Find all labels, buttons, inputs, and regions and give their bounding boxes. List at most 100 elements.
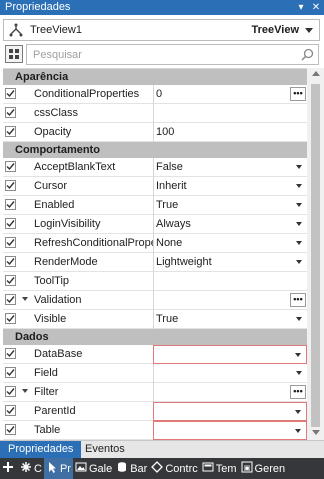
chevron-down-icon[interactable] bbox=[296, 203, 302, 207]
property-checkbox[interactable] bbox=[5, 107, 16, 118]
chevron-down-icon[interactable] bbox=[296, 241, 302, 245]
ellipsis-button[interactable]: ••• bbox=[290, 385, 306, 399]
property-value[interactable] bbox=[153, 402, 307, 421]
search-icon[interactable] bbox=[301, 48, 314, 61]
property-checkbox[interactable] bbox=[5, 386, 16, 397]
property-name: Enabled bbox=[34, 199, 75, 211]
ellipsis-button[interactable]: ••• bbox=[290, 87, 306, 101]
categorized-view-button[interactable] bbox=[5, 45, 23, 63]
property-checkbox[interactable] bbox=[5, 126, 16, 137]
property-checkbox[interactable] bbox=[5, 199, 16, 210]
toolbar-label: Geren bbox=[254, 462, 286, 475]
property-row[interactable]: ConditionalProperties 0 ••• bbox=[3, 85, 307, 104]
property-name: cssClass bbox=[34, 107, 79, 119]
property-value[interactable] bbox=[153, 104, 307, 123]
property-checkbox[interactable] bbox=[5, 424, 16, 435]
property-checkbox[interactable] bbox=[5, 367, 16, 378]
chevron-down-icon[interactable] bbox=[295, 410, 301, 414]
property-value[interactable]: Inherit bbox=[153, 177, 307, 196]
property-name: RenderMode bbox=[34, 256, 98, 268]
settings-icon bbox=[20, 461, 34, 476]
property-value[interactable]: True bbox=[153, 196, 307, 215]
property-checkbox[interactable] bbox=[5, 256, 16, 267]
property-row[interactable]: RenderMode Lightweight bbox=[3, 253, 307, 272]
property-value[interactable]: ••• bbox=[153, 383, 307, 402]
chevron-down-icon[interactable] bbox=[296, 184, 302, 188]
property-value[interactable]: Lightweight bbox=[153, 253, 307, 272]
property-row[interactable]: Enabled True bbox=[3, 196, 307, 215]
ellipsis-button[interactable]: ••• bbox=[290, 293, 306, 307]
property-value[interactable]: True bbox=[153, 310, 307, 329]
property-value[interactable]: False bbox=[153, 158, 307, 177]
vertical-scrollbar[interactable] bbox=[307, 68, 324, 440]
toolbar-item[interactable]: C bbox=[18, 458, 44, 479]
property-row[interactable]: Filter ••• bbox=[3, 383, 307, 402]
property-value[interactable] bbox=[153, 421, 307, 440]
scroll-thumb[interactable] bbox=[311, 84, 320, 427]
property-value[interactable] bbox=[153, 272, 307, 291]
property-checkbox[interactable] bbox=[5, 294, 16, 305]
component-selector[interactable]: TreeView1 TreeView bbox=[3, 19, 320, 41]
toolbar-item[interactable]: Tem bbox=[200, 458, 239, 479]
bottom-toolbar: C Pr Gale Bar Contrc Tem ▣ Geren bbox=[0, 458, 324, 479]
property-row[interactable]: ParentId bbox=[3, 402, 307, 421]
close-icon[interactable]: ✕ bbox=[310, 0, 322, 15]
search-input[interactable]: Pesquisar bbox=[26, 44, 319, 65]
property-checkbox[interactable] bbox=[5, 161, 16, 172]
property-checkbox[interactable] bbox=[5, 237, 16, 248]
grid-icon bbox=[9, 49, 19, 59]
property-row[interactable]: Field bbox=[3, 364, 307, 383]
category-header[interactable]: Aparência bbox=[3, 69, 307, 85]
property-row[interactable]: Visible True bbox=[3, 310, 307, 329]
toolbar-item[interactable]: ▣ Geren bbox=[239, 458, 288, 479]
property-row[interactable]: DataBase bbox=[3, 345, 307, 364]
chevron-down-icon[interactable] bbox=[296, 260, 302, 264]
property-checkbox[interactable] bbox=[5, 180, 16, 191]
scroll-up-icon[interactable] bbox=[312, 71, 320, 76]
property-value-text: True bbox=[156, 199, 179, 211]
chevron-down-icon[interactable] bbox=[296, 317, 302, 321]
property-row[interactable]: ToolTip bbox=[3, 272, 307, 291]
property-row[interactable]: Validation ••• bbox=[3, 291, 307, 310]
property-value[interactable]: ••• bbox=[153, 291, 307, 310]
toolbar-item[interactable]: Bar bbox=[114, 458, 149, 479]
category-header[interactable]: Comportamento bbox=[3, 142, 307, 158]
chevron-down-icon[interactable] bbox=[295, 429, 301, 433]
property-row[interactable]: LoginVisibility Always bbox=[3, 215, 307, 234]
property-checkbox[interactable] bbox=[5, 405, 16, 416]
property-value[interactable]: 0 ••• bbox=[153, 85, 307, 104]
property-checkbox[interactable] bbox=[5, 348, 16, 359]
toolbar-item[interactable]: Contrc bbox=[149, 458, 199, 479]
property-row[interactable]: RefreshConditionalPropertiesNone bbox=[3, 234, 307, 253]
toolbar-item[interactable]: Pr bbox=[43, 458, 73, 479]
property-checkbox[interactable] bbox=[5, 218, 16, 229]
chevron-down-icon[interactable] bbox=[305, 28, 313, 33]
property-name: AcceptBlankText bbox=[34, 161, 116, 173]
scroll-down-icon[interactable] bbox=[312, 430, 320, 435]
property-checkbox[interactable] bbox=[5, 275, 16, 286]
property-row[interactable]: AcceptBlankText False bbox=[3, 158, 307, 177]
property-row[interactable]: Cursor Inherit bbox=[3, 177, 307, 196]
property-value[interactable]: 100 bbox=[153, 123, 307, 142]
chevron-down-icon[interactable] bbox=[295, 353, 301, 357]
toolbar-item[interactable]: Gale bbox=[73, 458, 114, 479]
property-value[interactable] bbox=[153, 345, 307, 364]
tab-propriedades[interactable]: Propriedades bbox=[0, 441, 82, 459]
property-row[interactable]: Opacity 100 bbox=[3, 123, 307, 142]
property-value[interactable]: Always bbox=[153, 215, 307, 234]
chevron-down-icon[interactable] bbox=[296, 371, 302, 375]
property-row[interactable]: Table bbox=[3, 421, 307, 440]
chevron-down-icon[interactable] bbox=[296, 222, 302, 226]
tab-eventos[interactable]: Eventos bbox=[77, 441, 133, 459]
property-row[interactable]: cssClass bbox=[3, 104, 307, 123]
toolbar-item[interactable] bbox=[0, 458, 18, 479]
property-value[interactable] bbox=[153, 364, 307, 383]
property-checkbox[interactable] bbox=[5, 313, 16, 324]
expand-icon[interactable] bbox=[22, 389, 28, 393]
category-header[interactable]: Dados bbox=[3, 329, 307, 345]
expand-icon[interactable] bbox=[22, 297, 28, 301]
pin-icon[interactable]: ▾ bbox=[295, 0, 307, 15]
property-checkbox[interactable] bbox=[5, 88, 16, 99]
chevron-down-icon[interactable] bbox=[296, 165, 302, 169]
property-value[interactable]: None bbox=[153, 234, 307, 253]
